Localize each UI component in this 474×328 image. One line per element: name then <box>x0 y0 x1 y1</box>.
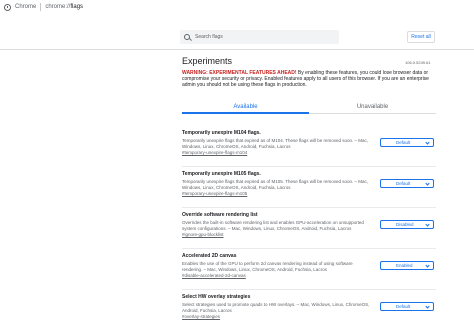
flag-item: Accelerated 2D canvas Enables the use of… <box>182 249 436 290</box>
flag-select-value: Default <box>396 181 411 186</box>
flag-item: Override software rendering list Overrid… <box>182 208 436 249</box>
flag-select-value: Disabled <box>396 222 414 227</box>
flag-link[interactable]: #disable-accelerated-2d-canvas <box>182 273 436 278</box>
address-scheme: chrome:// <box>45 4 71 10</box>
chevron-down-icon <box>425 222 430 227</box>
flag-select[interactable]: Enabled <box>380 261 434 270</box>
chevron-down-icon <box>425 140 430 145</box>
address-bar[interactable]: Chrome chrome:// flags <box>0 0 474 14</box>
tab-available[interactable]: Available <box>182 100 309 114</box>
address-divider <box>40 3 42 11</box>
tab-unavailable[interactable]: Unavailable <box>309 100 436 113</box>
version-label: 106.0.5249.61 <box>405 60 431 65</box>
flag-select-value: Enabled <box>396 263 413 268</box>
flag-name: Override software rendering list <box>182 212 258 218</box>
flag-description: Overrides the built-in software renderin… <box>182 220 364 231</box>
flags-list: Temporarily unexpire M104 flags. Tempora… <box>182 126 436 328</box>
chevron-down-icon <box>425 304 430 309</box>
warning-heading: WARNING: EXPERIMENTAL FEATURES AHEAD! <box>182 70 297 76</box>
flag-select[interactable]: Default <box>380 138 434 147</box>
search-input[interactable] <box>195 34 335 40</box>
flag-link[interactable]: #temporary-unexpire-flags-m104 <box>182 150 436 155</box>
address-host: flags <box>70 4 84 10</box>
flag-name: Select HW overlay strategies <box>182 294 251 300</box>
flag-name: Accelerated 2D canvas <box>182 253 237 259</box>
flag-item: Temporarily unexpire M105 flags. Tempora… <box>182 167 436 208</box>
search-icon <box>184 34 190 40</box>
flag-select[interactable]: Default <box>380 302 434 311</box>
address-app-label: Chrome <box>15 4 37 10</box>
flag-select-value: Default <box>396 304 411 309</box>
info-icon[interactable] <box>4 3 11 11</box>
flag-item: Temporarily unexpire M104 flags. Tempora… <box>182 126 436 167</box>
flag-link[interactable]: #ignore-gpu-blocklist <box>182 232 436 237</box>
flag-name: Temporarily unexpire M104 flags. <box>182 130 261 136</box>
tab-bar: Available Unavailable <box>182 100 436 114</box>
flag-description: Select strategies used to promote quads … <box>182 302 370 313</box>
flag-description: Enables the use of the GPU to perform 2d… <box>182 261 353 272</box>
warning-text: WARNING: EXPERIMENTAL FEATURES AHEAD! By… <box>182 70 436 89</box>
flag-select[interactable]: Disabled <box>380 220 434 229</box>
flag-select-value: Default <box>396 140 411 145</box>
search-box[interactable] <box>180 30 339 44</box>
chevron-down-icon <box>425 181 430 186</box>
flag-item: Select HW overlay strategies Select stra… <box>182 290 436 328</box>
flag-name: Temporarily unexpire M105 flags. <box>182 171 261 177</box>
flag-link[interactable]: #overlay-strategies <box>182 314 436 319</box>
flag-select[interactable]: Default <box>380 179 434 188</box>
flag-description: Temporarily unexpire flags that expired … <box>182 138 369 149</box>
page-title: Experiments <box>182 56 233 66</box>
reset-all-button[interactable]: Reset all <box>407 31 435 43</box>
flag-description: Temporarily unexpire flags that expired … <box>182 179 369 190</box>
chevron-down-icon <box>425 263 430 268</box>
flag-link[interactable]: #temporary-unexpire-flags-m105 <box>182 191 436 196</box>
